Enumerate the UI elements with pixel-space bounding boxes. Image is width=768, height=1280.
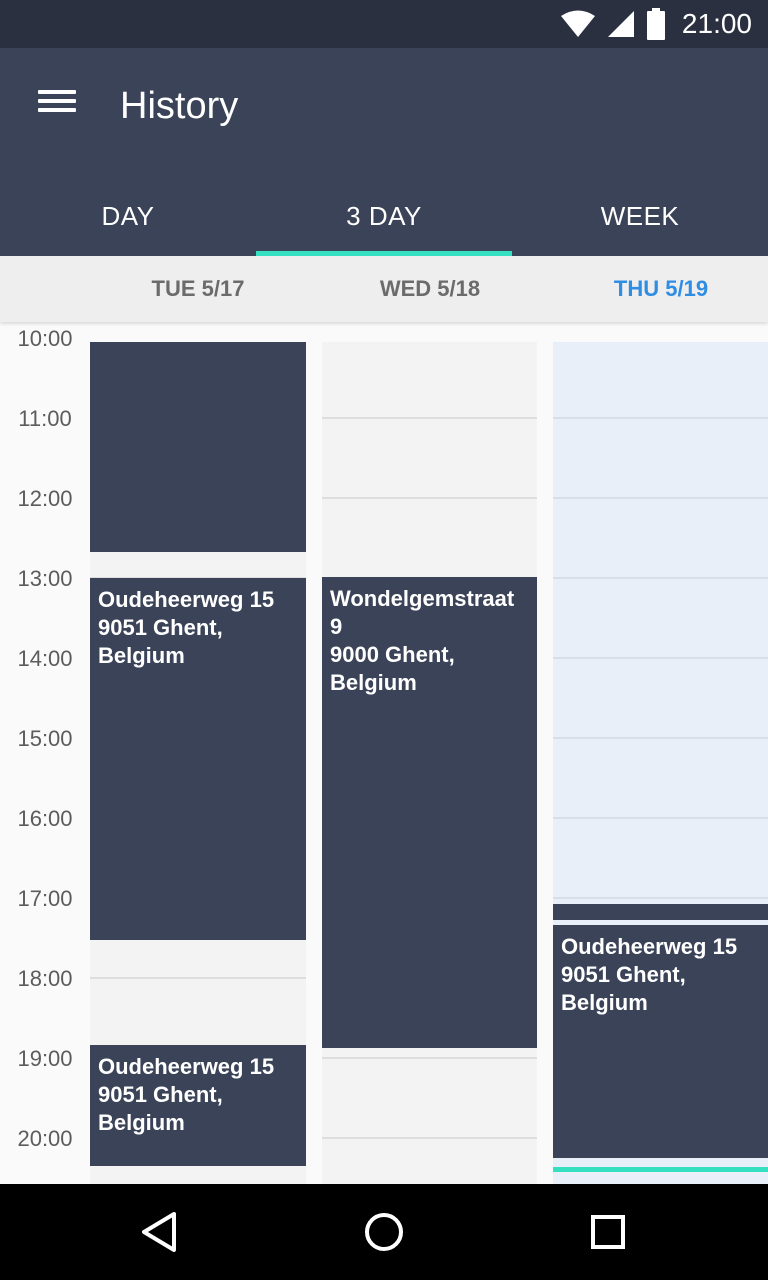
tab-day[interactable]: DAY <box>0 176 256 256</box>
event-block[interactable] <box>553 904 768 920</box>
hour-label: 10:00 <box>17 326 73 351</box>
status-clock: 21:00 <box>681 8 752 39</box>
home-icon[interactable] <box>354 1202 414 1262</box>
tab-bar: DAY 3 DAY WEEK <box>0 176 768 256</box>
event-block[interactable]: Oudeheerweg 15 9051 Ghent, Belgium <box>90 1045 306 1166</box>
current-time-indicator <box>553 1167 768 1172</box>
recents-icon[interactable] <box>578 1202 638 1262</box>
day-label-wed: WED 5/18 <box>379 276 481 301</box>
status-icons: 21:00 <box>560 0 752 48</box>
page-title: History <box>120 85 239 127</box>
hour-label: 13:00 <box>17 566 73 591</box>
hour-label: 20:00 <box>17 1126 73 1151</box>
hour-label: 14:00 <box>17 646 73 671</box>
tab-3-day[interactable]: 3 DAY <box>256 176 512 256</box>
hour-label: 15:00 <box>17 726 73 751</box>
event-block[interactable]: Oudeheerweg 15 9051 Ghent, Belgium <box>553 925 768 1158</box>
cellular-signal-icon <box>607 11 634 37</box>
hour-label: 11:00 <box>18 406 72 431</box>
status-bar: 21:00 <box>0 0 768 48</box>
navigation-bar <box>0 1184 768 1280</box>
event-block[interactable] <box>90 342 306 552</box>
hour-label: 16:00 <box>17 806 73 831</box>
hour-label: 12:00 <box>17 486 73 511</box>
day-column-wed[interactable]: Wondelgemstraat 9 9000 Ghent, Belgium <box>322 342 537 1184</box>
day-label-thu: THU 5/19 <box>613 276 709 301</box>
day-column-tue[interactable]: Oudeheerweg 15 9051 Ghent, Belgium Oudeh… <box>90 342 306 1184</box>
menu-icon[interactable] <box>32 86 80 126</box>
day-column-thu[interactable]: Oudeheerweg 15 9051 Ghent, Belgium <box>553 342 768 1184</box>
hour-label: 19:00 <box>17 1046 73 1071</box>
tab-week[interactable]: WEEK <box>512 176 768 256</box>
event-block[interactable]: Wondelgemstraat 9 9000 Ghent, Belgium <box>322 577 537 1048</box>
calendar-grid[interactable]: 10:00 11:00 12:00 13:00 14:00 15:00 16:0… <box>0 322 768 1184</box>
hour-label: 18:00 <box>17 966 73 991</box>
hour-label: 17:00 <box>17 886 73 911</box>
wifi-icon <box>560 10 595 37</box>
event-block[interactable]: Oudeheerweg 15 9051 Ghent, Belgium <box>90 578 306 940</box>
day-header: TUE 5/17 WED 5/18 THU 5/19 <box>0 256 768 322</box>
day-label-tue: TUE 5/17 <box>151 276 245 301</box>
battery-icon <box>646 8 665 40</box>
app-bar: History DAY 3 DAY WEEK <box>0 48 768 256</box>
back-icon[interactable] <box>130 1202 190 1262</box>
